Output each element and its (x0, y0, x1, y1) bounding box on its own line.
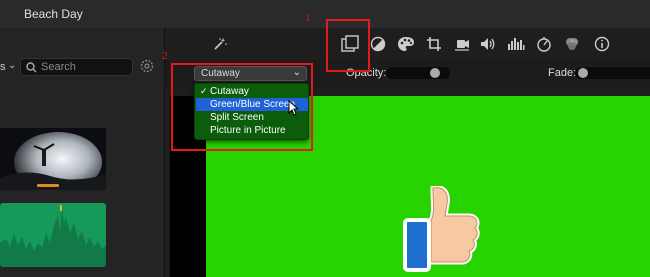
stabilization-icon[interactable] (451, 34, 473, 54)
thumbs-up-image (403, 186, 480, 272)
search-icon (26, 62, 37, 73)
inspector-toolbar (165, 28, 650, 60)
opacity-slider[interactable] (386, 67, 450, 79)
video-clip-thumbnail[interactable] (0, 128, 106, 190)
title-bar: Beach Day (0, 0, 650, 28)
fade-slider[interactable] (575, 67, 650, 79)
magic-wand-icon[interactable] (209, 34, 231, 54)
color-palette-icon[interactable] (395, 34, 417, 54)
search-placeholder: Search (41, 61, 76, 73)
window-title: Beach Day (24, 7, 83, 21)
annotation-box-1 (326, 19, 370, 72)
opacity-slider-knob[interactable] (430, 68, 440, 78)
annotation-box-2 (171, 63, 313, 151)
gear-icon[interactable] (140, 59, 154, 73)
audio-clip-waveform[interactable] (0, 203, 106, 267)
search-input[interactable]: Search (20, 58, 133, 76)
fade-slider-knob[interactable] (578, 68, 588, 78)
volume-icon[interactable] (477, 34, 499, 54)
color-balance-icon[interactable] (367, 34, 389, 54)
crop-icon[interactable] (423, 34, 445, 54)
annotation-number-2: 2 (162, 50, 168, 62)
media-browser: s ⌄ Search (0, 28, 165, 277)
fade-label: Fade: (548, 67, 577, 79)
filters-icon[interactable] (561, 34, 583, 54)
annotation-number-1: 1 (305, 12, 311, 24)
equalizer-icon[interactable] (505, 34, 527, 54)
speed-icon[interactable] (533, 34, 555, 54)
browser-toolbar: s ⌄ Search (0, 58, 165, 80)
info-icon[interactable] (591, 34, 613, 54)
chevron-updown-icon[interactable]: ⌄ (8, 60, 16, 71)
